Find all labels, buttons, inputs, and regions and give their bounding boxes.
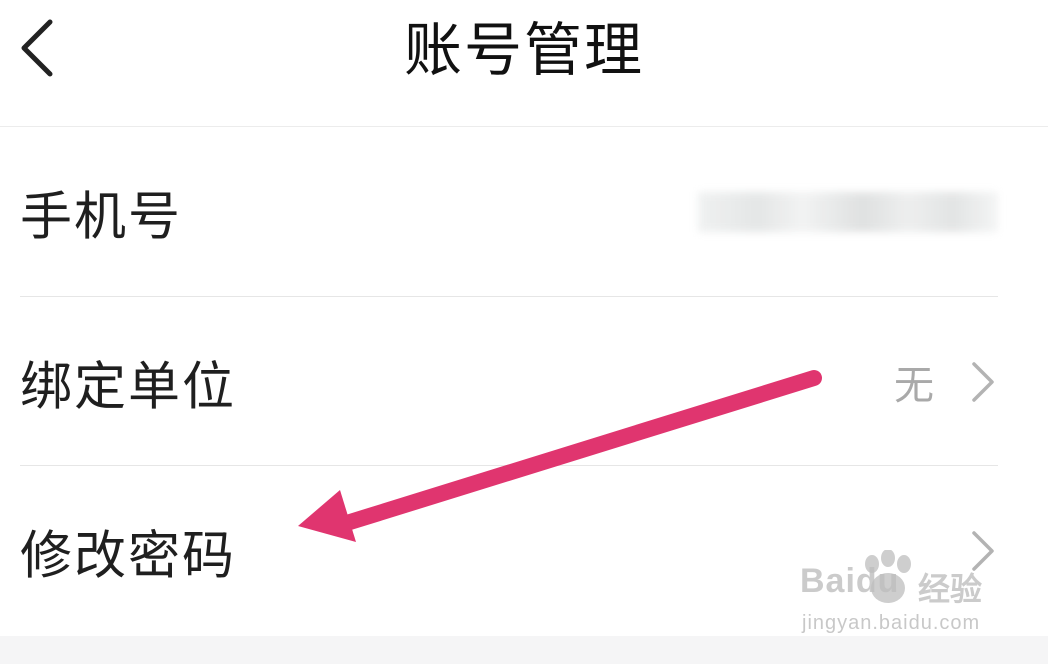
divider	[20, 296, 998, 297]
watermark-brand: Baidu	[800, 562, 900, 600]
watermark-text: 经验	[918, 570, 983, 608]
phone-number-value	[698, 192, 998, 232]
chevron-right-icon	[972, 362, 994, 402]
row-label: 绑定单位	[20, 357, 237, 418]
bottom-band	[0, 636, 1048, 664]
row-value: 无	[894, 363, 934, 409]
arrow-annotation	[298, 370, 822, 542]
row-label: 修改密码	[20, 526, 237, 587]
row-phone-number[interactable]: 手机号	[20, 128, 998, 296]
watermark: Baidu 经验 jingyan.baidu.com	[800, 548, 1040, 640]
page-title: 账号管理	[403, 16, 644, 84]
row-label: 手机号	[20, 187, 183, 248]
header-bar: 账号管理	[0, 0, 1048, 127]
watermark-url: jingyan.baidu.com	[802, 612, 981, 634]
